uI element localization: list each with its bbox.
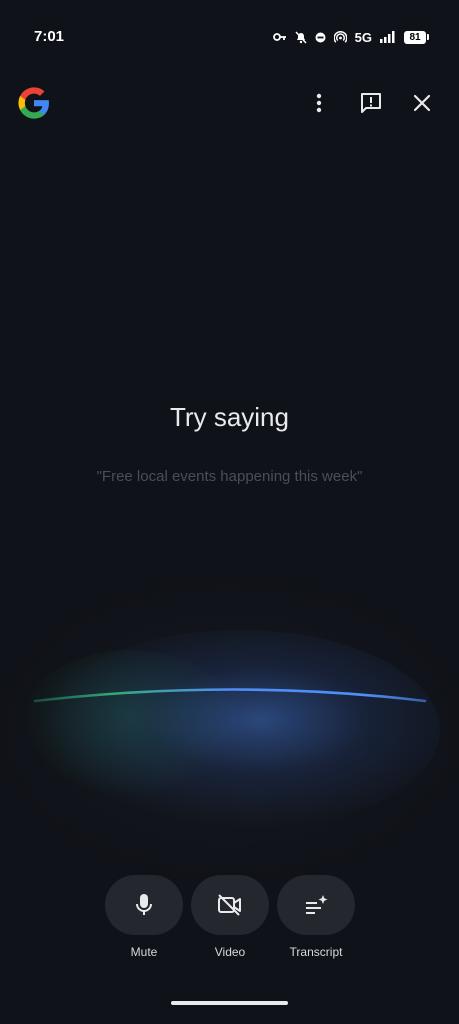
mic-icon [136, 894, 152, 915]
prompt-example: "Free local events happening this week" [96, 468, 363, 485]
video-off-icon [218, 894, 241, 916]
hotspot-icon [333, 30, 347, 44]
battery-icon: 81 [404, 30, 429, 44]
status-time: 7:01 [34, 28, 65, 45]
key-icon [272, 32, 287, 42]
close-icon [413, 94, 431, 112]
battery-level: 81 [404, 30, 426, 44]
transcript-icon [306, 895, 328, 914]
feedback-icon [361, 93, 381, 113]
call-controls: Mute Video Transcript [0, 875, 459, 965]
transcript-label: Transcript [289, 945, 343, 959]
transcript-button[interactable] [277, 875, 355, 935]
dnd-icon [315, 32, 326, 43]
google-logo[interactable] [17, 86, 51, 120]
top-bar [0, 80, 459, 126]
voice-wave [33, 688, 427, 703]
more-vert-icon [316, 93, 322, 113]
network-label: 5G [354, 29, 372, 45]
mute-label: Mute [130, 945, 158, 959]
mute-button[interactable] [105, 875, 183, 935]
more-options-button[interactable] [302, 86, 336, 120]
home-indicator[interactable] [171, 1001, 288, 1005]
video-label: Video [214, 945, 246, 959]
feedback-button[interactable] [354, 86, 388, 120]
video-button[interactable] [191, 875, 269, 935]
mute-bell-icon [295, 30, 307, 44]
voice-visualizer [0, 560, 459, 890]
close-button[interactable] [405, 86, 439, 120]
prompt-title: Try saying [170, 402, 289, 432]
status-bar: 7:01 5G 81 [0, 0, 459, 72]
status-icons: 5G 81 [272, 27, 429, 47]
signal-icon [380, 31, 396, 43]
